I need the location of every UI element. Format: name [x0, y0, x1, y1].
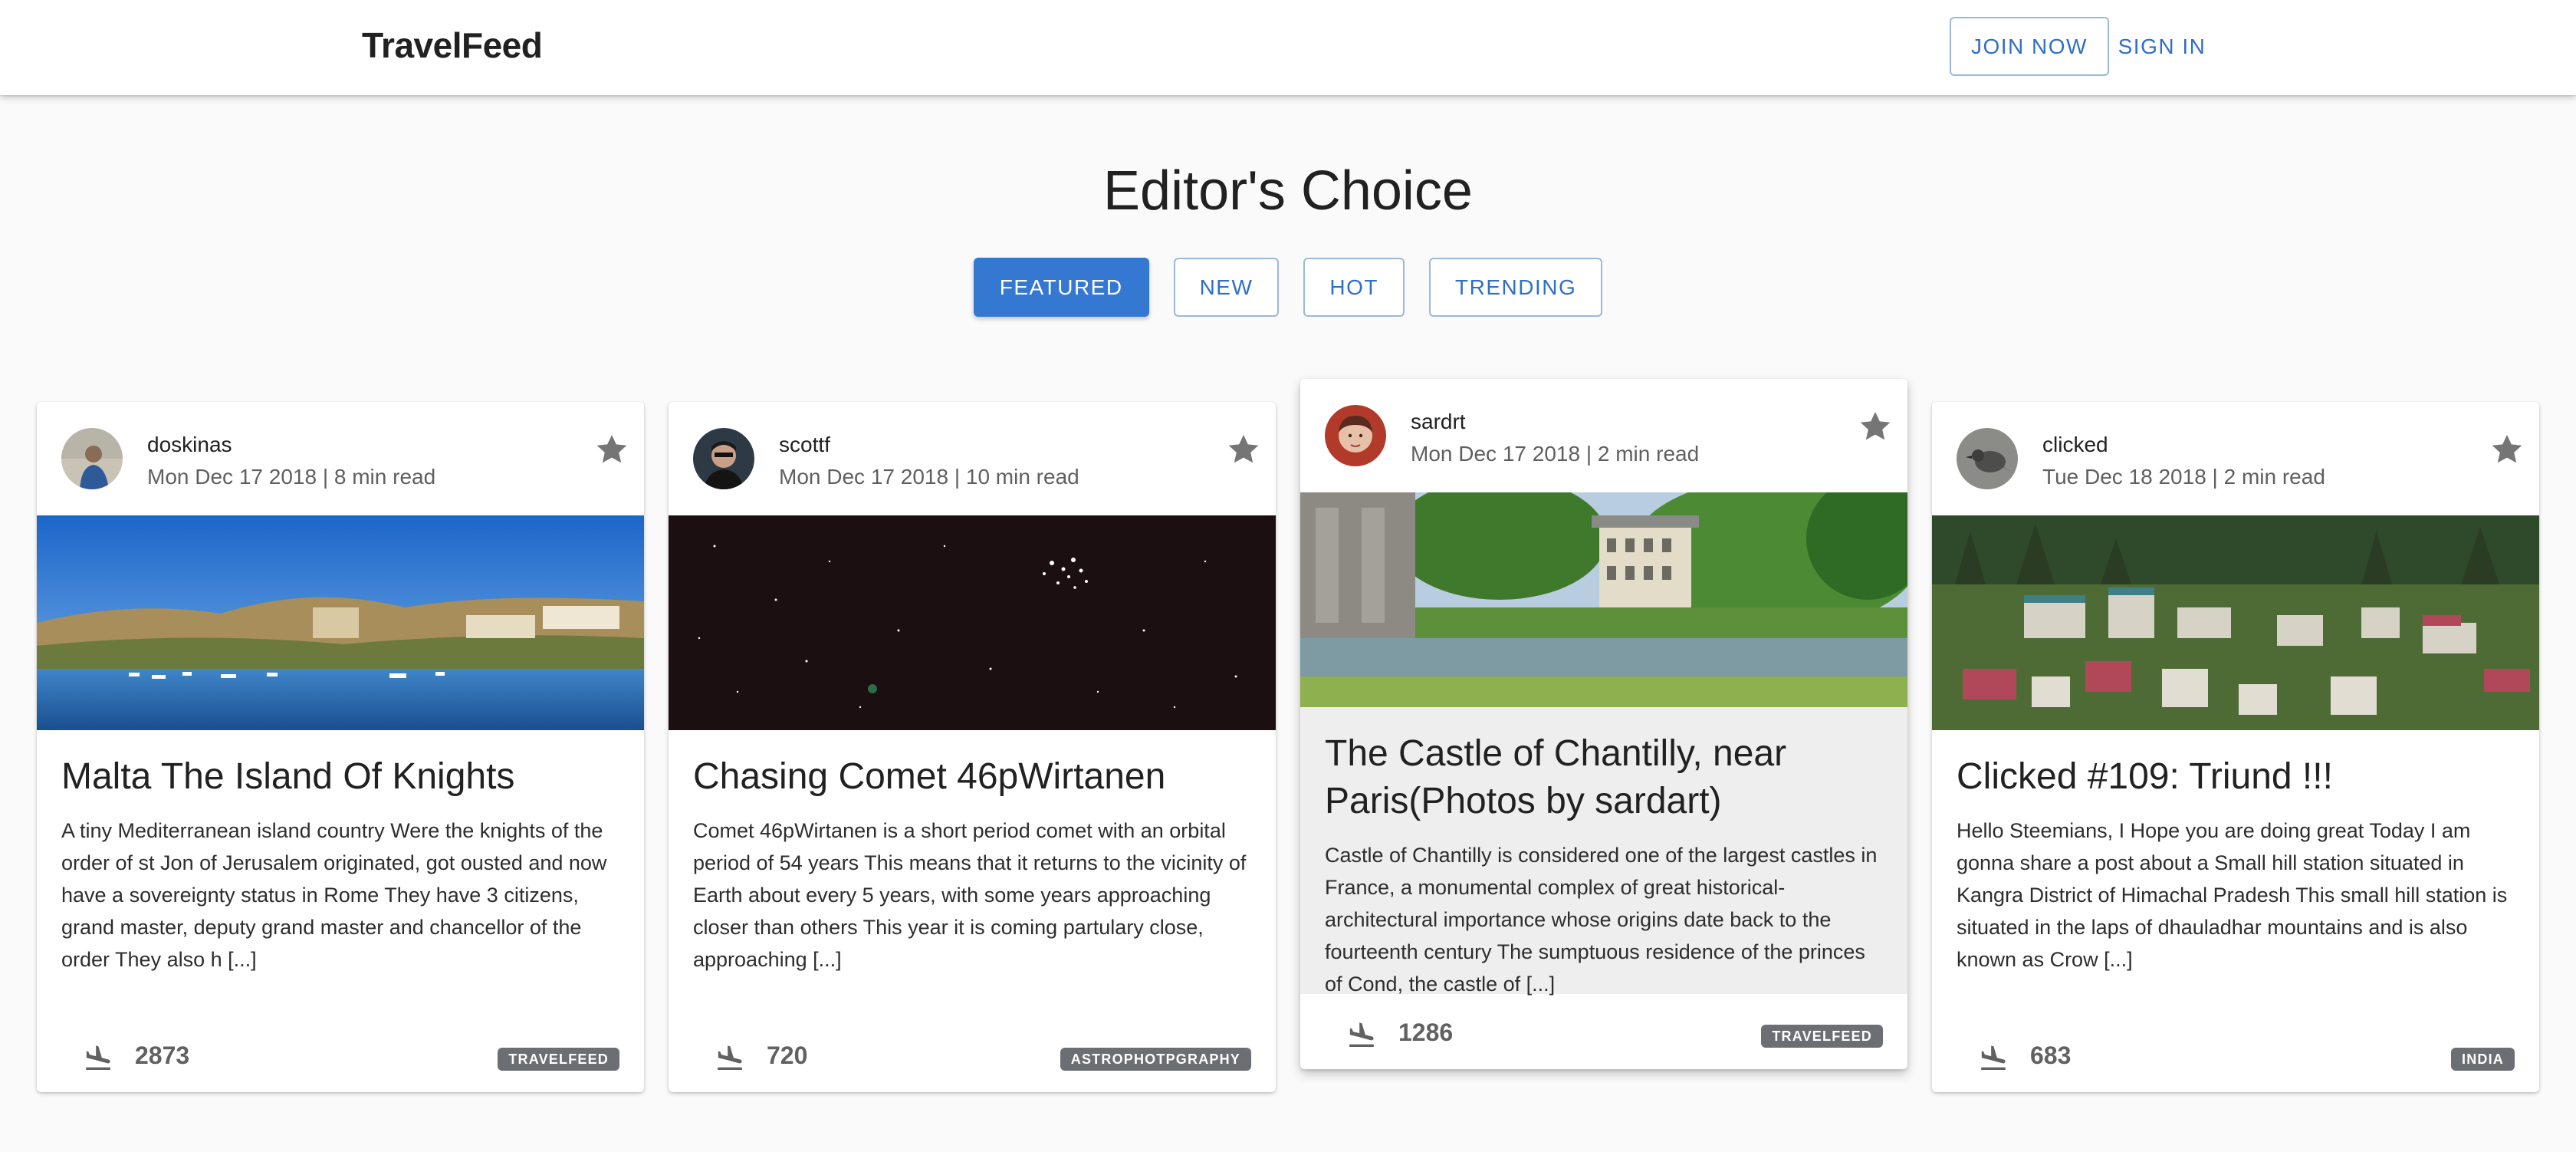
card-footer: 683 INDIA: [1932, 1017, 2539, 1092]
avatar[interactable]: [693, 428, 754, 489]
airplane-landing-icon: [86, 1045, 110, 1070]
card-footer: 2873 TRAVELFEED: [37, 1017, 644, 1092]
post-meta: Mon Dec 17 2018 | 8 min read: [147, 465, 436, 489]
post-title[interactable]: The Castle of Chantilly, near Paris(Phot…: [1325, 730, 1883, 825]
avatar[interactable]: [61, 428, 123, 489]
card-footer: 720 ASTROPHOTPGRAPHY: [669, 1017, 1276, 1092]
tag-badge[interactable]: INDIA: [2451, 1048, 2515, 1071]
tab-new[interactable]: NEW: [1173, 258, 1280, 317]
card-header: clicked Tue Dec 18 2018 | 2 min read: [1932, 402, 2539, 515]
post-excerpt: Comet 46pWirtanen is a short period come…: [693, 819, 1247, 971]
post-image-castle[interactable]: [1300, 492, 1907, 707]
top-app-bar: TravelFeed JOIN NOW SIGN IN: [0, 0, 2576, 95]
tab-featured[interactable]: FEATURED: [973, 258, 1149, 317]
star-icon[interactable]: [2489, 431, 2525, 468]
post-excerpt: A tiny Mediterranean island country Were…: [61, 819, 607, 971]
post-image-starfield[interactable]: [669, 515, 1276, 730]
post-image-hill-station[interactable]: [1932, 515, 2539, 730]
card-body[interactable]: Malta The Island Of Knights A tiny Medit…: [37, 730, 644, 1017]
airplane-landing-icon: [1981, 1045, 2006, 1070]
airplane-landing-icon: [718, 1045, 742, 1070]
tag-badge[interactable]: TRAVELFEED: [1761, 1025, 1883, 1048]
post-image-harbor[interactable]: [37, 515, 644, 730]
avatar[interactable]: [1957, 428, 2018, 489]
post-title[interactable]: Chasing Comet 46pWirtanen: [693, 753, 1251, 801]
card-body[interactable]: The Castle of Chantilly, near Paris(Phot…: [1300, 707, 1907, 996]
card-body[interactable]: Chasing Comet 46pWirtanen Comet 46pWirta…: [669, 730, 1276, 1017]
tag-badge[interactable]: ASTROPHOTPGRAPHY: [1060, 1048, 1251, 1071]
view-count: 683: [2030, 1042, 2072, 1069]
star-icon[interactable]: [1857, 408, 1894, 445]
post-card[interactable]: sardrt Mon Dec 17 2018 | 2 min read The …: [1300, 379, 1907, 1069]
author-name[interactable]: clicked: [2042, 433, 2108, 457]
airplane-landing-icon: [1349, 1022, 1374, 1047]
post-excerpt: Hello Steemians, I Hope you are doing gr…: [1957, 819, 2508, 971]
brand-logo[interactable]: TravelFeed: [362, 25, 543, 66]
post-card[interactable]: scottf Mon Dec 17 2018 | 10 min read Cha…: [669, 402, 1276, 1092]
sign-in-button[interactable]: SIGN IN: [2118, 17, 2206, 76]
view-count: 720: [767, 1042, 808, 1069]
post-meta: Mon Dec 17 2018 | 2 min read: [1411, 442, 1700, 466]
post-excerpt: Castle of Chantilly is considered one of…: [1325, 844, 1878, 996]
post-title[interactable]: Clicked #109: Triund !!!: [1957, 753, 2515, 801]
card-header: sardrt Mon Dec 17 2018 | 2 min read: [1300, 379, 1907, 492]
join-now-button[interactable]: JOIN NOW: [1950, 17, 2109, 76]
author-name[interactable]: scottf: [779, 433, 830, 457]
post-meta: Mon Dec 17 2018 | 10 min read: [779, 465, 1079, 489]
tag-badge[interactable]: TRAVELFEED: [498, 1048, 619, 1071]
post-card[interactable]: clicked Tue Dec 18 2018 | 2 min read Cli…: [1932, 402, 2539, 1092]
tab-trending[interactable]: TRENDING: [1429, 258, 1603, 317]
star-icon[interactable]: [1225, 431, 1262, 468]
card-header: doskinas Mon Dec 17 2018 | 8 min read: [37, 402, 644, 515]
post-card[interactable]: doskinas Mon Dec 17 2018 | 8 min read Ma…: [37, 402, 644, 1092]
avatar[interactable]: [1325, 405, 1386, 466]
author-name[interactable]: doskinas: [147, 433, 232, 457]
tab-hot[interactable]: HOT: [1303, 258, 1405, 317]
page-title: Editor's Choice: [1103, 160, 1473, 222]
star-icon[interactable]: [593, 431, 630, 468]
post-title[interactable]: Malta The Island Of Knights: [61, 753, 619, 801]
author-name[interactable]: sardrt: [1411, 410, 1466, 434]
card-body[interactable]: Clicked #109: Triund !!! Hello Steemians…: [1932, 730, 2539, 1017]
feed-tabs: FEATURED NEW HOT TRENDING: [0, 258, 2576, 317]
card-footer: 1286 TRAVELFEED: [1300, 994, 1907, 1069]
post-meta: Tue Dec 18 2018 | 2 min read: [2042, 465, 2325, 489]
card-header: scottf Mon Dec 17 2018 | 10 min read: [669, 402, 1276, 515]
view-count: 1286: [1398, 1019, 1454, 1046]
view-count: 2873: [135, 1042, 190, 1069]
